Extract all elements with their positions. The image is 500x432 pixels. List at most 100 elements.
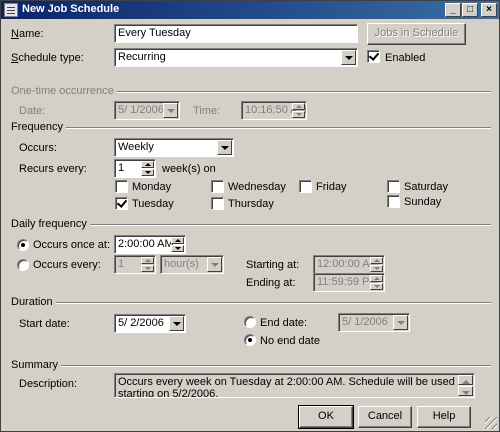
spin-down-icon[interactable] xyxy=(141,265,154,272)
saturday-checkbox[interactable] xyxy=(387,180,400,193)
spin-down-icon[interactable] xyxy=(370,283,383,290)
friday-checkbox[interactable] xyxy=(299,180,312,193)
thursday-checkbox[interactable] xyxy=(211,197,224,210)
name-input[interactable]: Every Tuesday xyxy=(114,24,358,43)
end-date-radio[interactable] xyxy=(244,316,256,328)
name-label: Name: xyxy=(11,28,44,40)
tuesday-label: Tuesday xyxy=(132,198,174,210)
title-bar[interactable]: New Job Schedule _ □ × xyxy=(1,1,499,19)
occurs-once-time-value: 2:00:00 AM xyxy=(118,238,174,250)
no-end-date-label: No end date xyxy=(260,335,320,347)
window-title: New Job Schedule xyxy=(22,3,120,15)
spin-up-icon[interactable] xyxy=(370,257,383,264)
schedule-type-value: Recurring xyxy=(118,51,166,63)
start-date-value: 5/ 2/2006 xyxy=(118,317,164,329)
time-spinner[interactable] xyxy=(292,103,305,118)
scroll-down-icon[interactable] xyxy=(458,386,473,396)
chevron-down-icon[interactable] xyxy=(341,50,356,65)
once-time-spinner[interactable] xyxy=(171,237,184,252)
occurs-every-value: 1 xyxy=(118,258,125,270)
occurs-every-label: Occurs every: xyxy=(33,259,101,271)
ending-spinner[interactable] xyxy=(370,275,383,290)
starting-spinner[interactable] xyxy=(370,257,383,272)
occurs-value: Weekly xyxy=(118,141,154,153)
schedule-type-label: Schedule type: xyxy=(11,52,84,64)
start-date-label: Start date: xyxy=(19,318,70,330)
wednesday-checkbox[interactable] xyxy=(211,180,224,193)
spin-up-icon[interactable] xyxy=(171,237,184,244)
spin-up-icon[interactable] xyxy=(141,161,154,168)
time-label: Time: xyxy=(193,105,221,117)
occurs-select[interactable]: Weekly xyxy=(114,138,234,157)
starting-at-label: Starting at: xyxy=(246,259,300,271)
one-time-date-value: 5/ 1/2006 xyxy=(118,104,164,116)
enabled-label: Enabled xyxy=(385,52,426,64)
description-scrollbar[interactable] xyxy=(458,375,473,396)
ending-at-label: Ending at: xyxy=(246,277,296,289)
enabled-checkbox[interactable] xyxy=(367,50,380,63)
end-date-value: 5/ 1/2006 xyxy=(342,316,388,328)
chevron-down-icon[interactable] xyxy=(169,316,184,331)
occurs-every-stepper[interactable]: 1 xyxy=(114,255,156,274)
description-textarea[interactable]: Occurs every week on Tuesday at 2:00:00 … xyxy=(114,373,475,398)
chevron-down-icon[interactable] xyxy=(207,257,222,272)
spin-up-icon[interactable] xyxy=(141,257,154,264)
duration-section-title: Duration xyxy=(11,296,56,308)
spin-down-icon[interactable] xyxy=(171,245,184,252)
wednesday-label: Wednesday xyxy=(228,181,286,193)
jobs-in-schedule-button[interactable]: Jobs in Schedule xyxy=(367,23,466,45)
occurs-once-label: Occurs once at: xyxy=(33,239,111,251)
spin-up-icon[interactable] xyxy=(370,275,383,282)
spin-down-icon[interactable] xyxy=(292,111,305,118)
sunday-checkbox[interactable] xyxy=(387,195,400,208)
monday-checkbox[interactable] xyxy=(115,180,128,193)
cancel-button[interactable]: Cancel xyxy=(358,406,412,428)
thursday-label: Thursday xyxy=(228,198,274,210)
new-job-schedule-dialog: New Job Schedule _ □ × Name: Every Tuesd… xyxy=(0,0,500,432)
recurs-every-stepper[interactable]: 1 xyxy=(114,159,156,178)
help-button[interactable]: Help xyxy=(417,406,471,428)
schedule-type-select[interactable]: Recurring xyxy=(114,48,358,67)
spin-up-icon[interactable] xyxy=(292,103,305,110)
starting-at-input[interactable]: 12:00:00 AM xyxy=(313,255,385,274)
end-date-picker[interactable]: 5/ 1/2006 xyxy=(338,313,410,332)
minimize-button[interactable]: _ xyxy=(445,3,461,17)
ending-at-input[interactable]: 11:59:59 PM xyxy=(313,273,385,292)
chevron-down-icon[interactable] xyxy=(163,103,178,118)
no-end-date-radio[interactable] xyxy=(244,334,256,346)
occurs-once-radio[interactable] xyxy=(17,239,29,251)
occurs-every-unit-select[interactable]: hour(s) xyxy=(160,255,224,274)
one-time-section-title: One-time occurrence xyxy=(11,85,117,97)
chevron-down-icon[interactable] xyxy=(393,315,408,330)
recurs-every-value: 1 xyxy=(118,162,125,174)
spin-down-icon[interactable] xyxy=(370,265,383,272)
frequency-section-title: Frequency xyxy=(11,121,66,133)
summary-separator xyxy=(11,365,491,367)
maximize-button[interactable]: □ xyxy=(462,3,478,17)
tuesday-checkbox[interactable] xyxy=(115,197,128,210)
start-date-picker[interactable]: 5/ 2/2006 xyxy=(114,314,186,333)
dialog-icon xyxy=(4,3,18,17)
occurs-every-radio[interactable] xyxy=(17,259,29,271)
date-label: Date: xyxy=(19,105,46,117)
resize-grip-icon[interactable] xyxy=(485,417,497,429)
description-label: Description: xyxy=(19,378,78,390)
spin-down-icon[interactable] xyxy=(141,169,154,176)
monday-label: Monday xyxy=(132,181,172,193)
recurs-spinner[interactable] xyxy=(141,161,154,176)
description-value: Occurs every week on Tuesday at 2:00:00 … xyxy=(118,376,455,398)
one-time-time-input[interactable]: 10:16:50 AM xyxy=(241,101,307,120)
occurs-once-time-input[interactable]: 2:00:00 AM xyxy=(114,235,186,254)
recurs-unit-label: week(s) on xyxy=(162,163,216,175)
daily-frequency-section-title: Daily frequency xyxy=(11,218,90,230)
close-button[interactable]: × xyxy=(481,3,497,17)
ok-button[interactable]: OK xyxy=(298,405,354,429)
occurs-every-unit-value: hour(s) xyxy=(164,258,199,270)
one-time-date-picker[interactable]: 5/ 1/2006 xyxy=(114,101,180,120)
end-date-label: End date: xyxy=(260,317,308,329)
summary-section-title: Summary xyxy=(11,359,62,371)
scroll-up-icon[interactable] xyxy=(458,375,473,385)
recurs-every-label: Recurs every: xyxy=(19,163,87,175)
every-spinner[interactable] xyxy=(141,257,154,272)
chevron-down-icon[interactable] xyxy=(217,140,232,155)
